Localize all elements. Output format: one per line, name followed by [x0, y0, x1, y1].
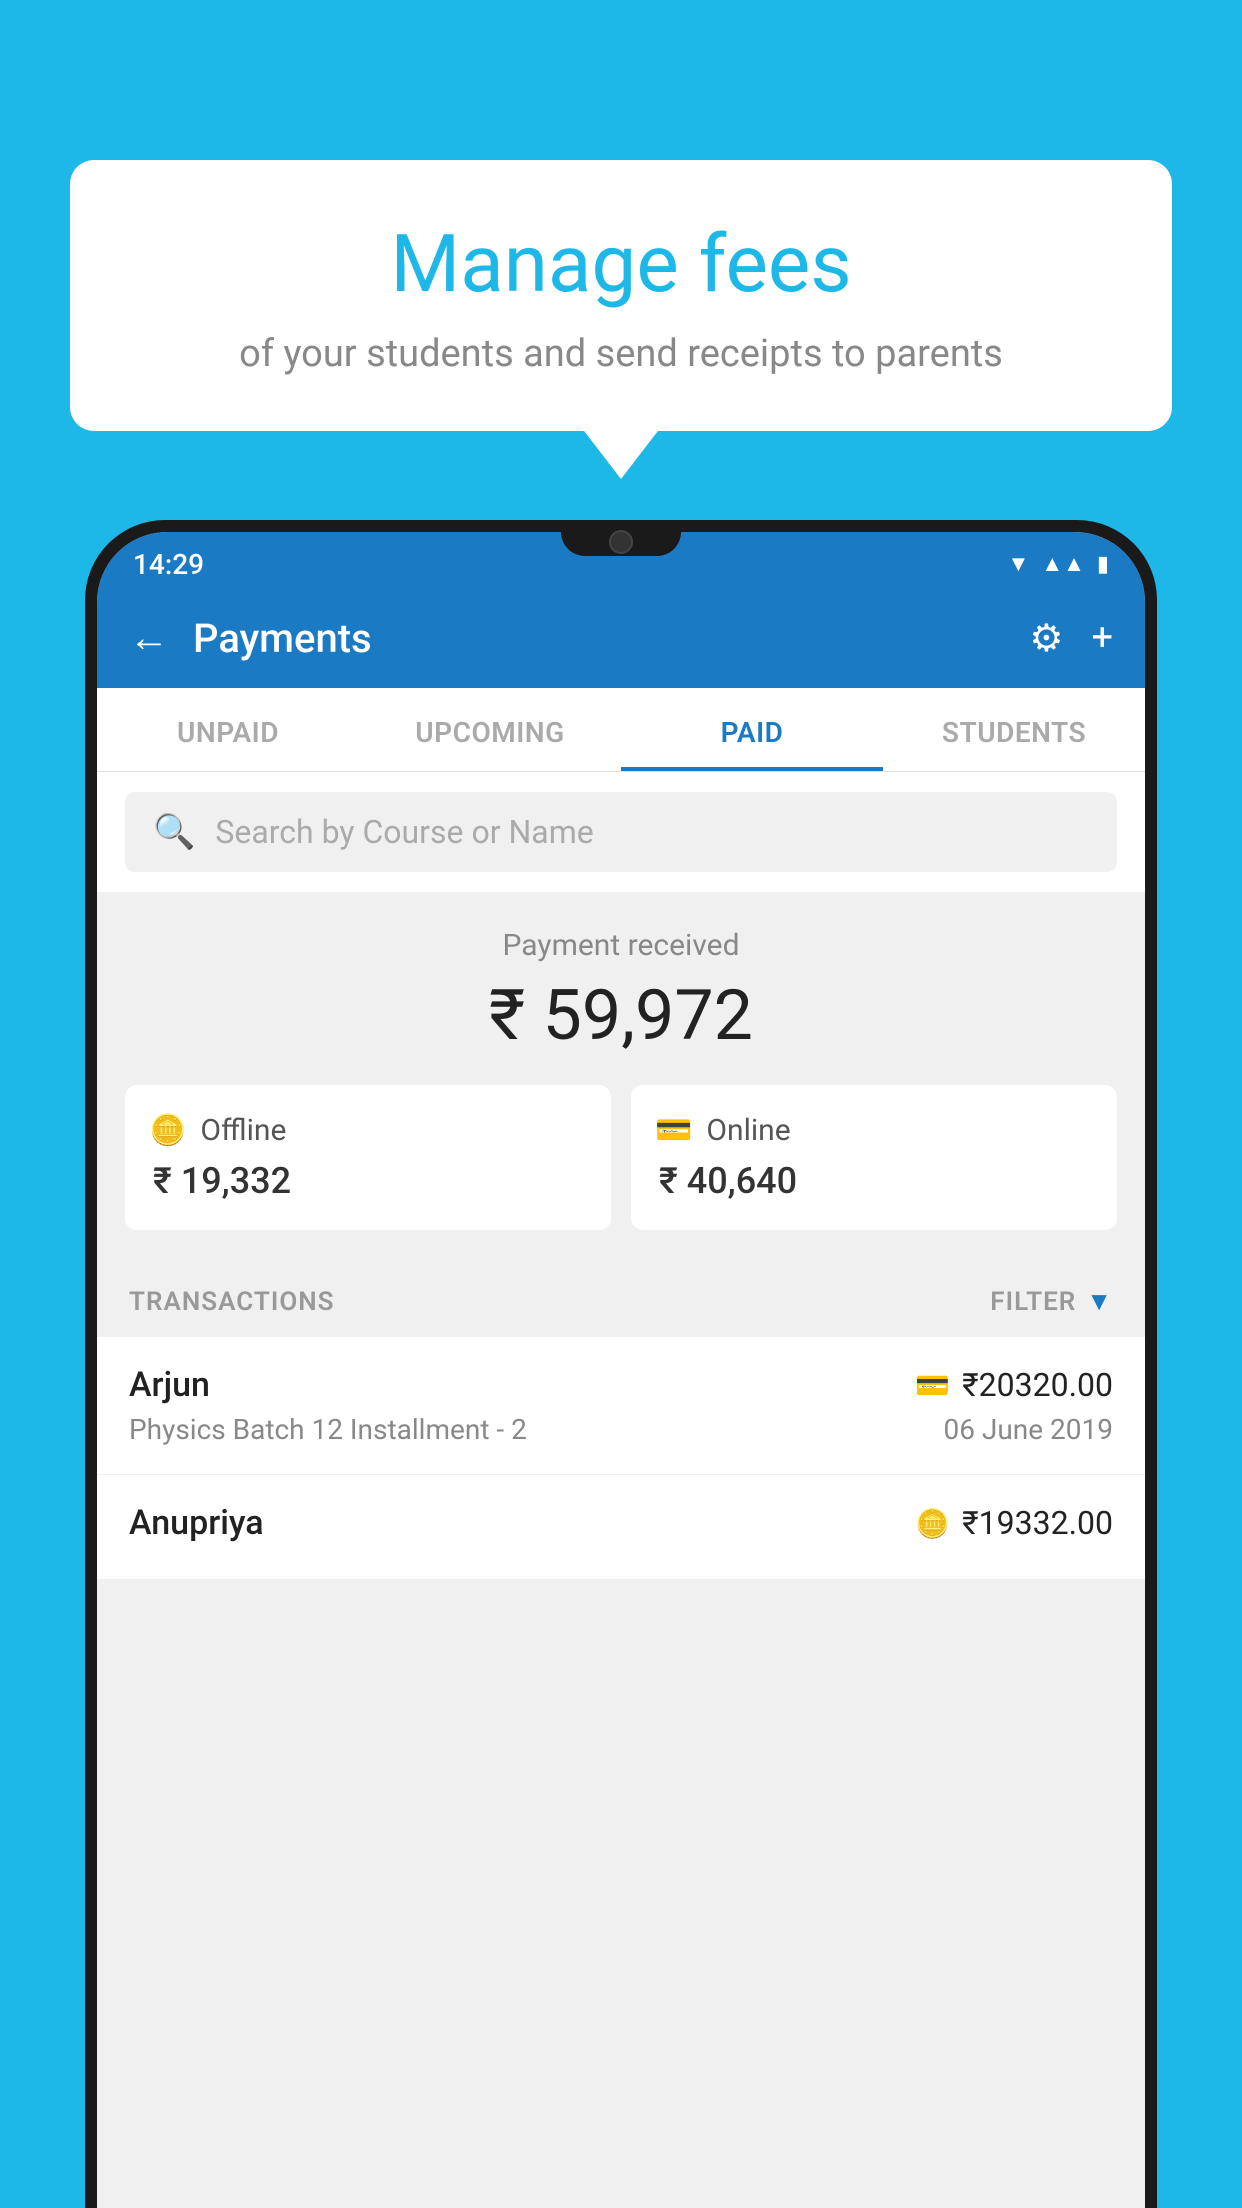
transaction-card-icon-1: 💳 [915, 1369, 950, 1402]
offline-amount: ₹ 19,332 [153, 1160, 587, 1202]
transaction-row-bottom-1: Physics Batch 12 Installment - 2 06 June… [129, 1413, 1113, 1446]
filter-button[interactable]: FILTER ▼ [990, 1286, 1113, 1317]
search-container: 🔍 Search by Course or Name [97, 772, 1145, 892]
speech-bubble: Manage fees of your students and send re… [70, 160, 1172, 431]
online-icon: 💳 [655, 1113, 692, 1148]
status-icons: ▼ ▲▲ ▮ [1008, 551, 1109, 577]
transactions-header: TRANSACTIONS FILTER ▼ [97, 1258, 1145, 1337]
app-title: Payments [193, 615, 1005, 662]
online-card-header: 💳 Online [655, 1113, 1093, 1148]
tab-upcoming[interactable]: UPCOMING [359, 688, 621, 771]
transaction-row-top-1: Arjun 💳 ₹20320.00 [129, 1365, 1113, 1405]
transaction-desc-1: Physics Batch 12 Installment - 2 [129, 1413, 527, 1446]
back-button[interactable]: ← [129, 618, 169, 658]
app-bar: ← Payments ⚙ + [97, 588, 1145, 688]
transaction-name-2: Anupriya [129, 1503, 264, 1543]
search-box[interactable]: 🔍 Search by Course or Name [125, 792, 1117, 872]
settings-icon[interactable]: ⚙ [1029, 616, 1063, 661]
offline-card: 🪙 Offline ₹ 19,332 [125, 1085, 611, 1230]
transaction-amount-1: ₹20320.00 [962, 1366, 1113, 1404]
transaction-name-1: Arjun [129, 1365, 210, 1405]
search-placeholder: Search by Course or Name [215, 813, 593, 851]
search-icon: 🔍 [153, 812, 195, 852]
transaction-item-arjun[interactable]: Arjun 💳 ₹20320.00 Physics Batch 12 Insta… [97, 1337, 1145, 1475]
add-icon[interactable]: + [1091, 616, 1113, 660]
filter-icon: ▼ [1086, 1286, 1113, 1317]
transactions-label: TRANSACTIONS [129, 1287, 335, 1317]
bubble-title: Manage fees [120, 220, 1122, 308]
bubble-subtitle: of your students and send receipts to pa… [120, 332, 1122, 376]
payment-amount: ₹ 59,972 [125, 975, 1117, 1057]
transaction-date-1: 06 June 2019 [943, 1413, 1113, 1446]
offline-icon: 🪙 [149, 1113, 186, 1148]
tab-students[interactable]: STUDENTS [883, 688, 1145, 771]
battery-icon: ▮ [1097, 552, 1109, 577]
offline-label: Offline [200, 1113, 286, 1148]
transaction-item-anupriya[interactable]: Anupriya 🪙 ₹19332.00 [97, 1475, 1145, 1580]
transaction-cash-icon-2: 🪙 [915, 1507, 950, 1540]
transaction-amount-2: ₹19332.00 [962, 1504, 1113, 1542]
payment-summary: Payment received ₹ 59,972 🪙 Offline ₹ 19… [97, 892, 1145, 1258]
signal-icon: ▲▲ [1041, 551, 1085, 577]
online-label: Online [706, 1113, 790, 1148]
offline-card-header: 🪙 Offline [149, 1113, 587, 1148]
online-amount: ₹ 40,640 [659, 1160, 1093, 1202]
tab-unpaid[interactable]: UNPAID [97, 688, 359, 771]
transaction-row-top-2: Anupriya 🪙 ₹19332.00 [129, 1503, 1113, 1543]
tab-paid[interactable]: PAID [621, 688, 883, 771]
phone-frame: 14:29 ▼ ▲▲ ▮ ← Payments ⚙ + UNPAID [85, 520, 1157, 2208]
transaction-amount-row-2: 🪙 ₹19332.00 [915, 1504, 1113, 1542]
phone-camera [609, 530, 633, 554]
filter-label: FILTER [990, 1287, 1076, 1317]
online-card: 💳 Online ₹ 40,640 [631, 1085, 1117, 1230]
wifi-icon: ▼ [1008, 551, 1030, 577]
phone-screen: 14:29 ▼ ▲▲ ▮ ← Payments ⚙ + UNPAID [97, 532, 1145, 2208]
speech-bubble-container: Manage fees of your students and send re… [70, 160, 1172, 431]
status-time: 14:29 [133, 548, 204, 581]
payment-cards: 🪙 Offline ₹ 19,332 💳 Online ₹ 40,640 [125, 1085, 1117, 1230]
toolbar-icons: ⚙ + [1029, 616, 1113, 661]
payment-received-label: Payment received [125, 928, 1117, 963]
transaction-amount-row-1: 💳 ₹20320.00 [915, 1366, 1113, 1404]
tabs-bar: UNPAID UPCOMING PAID STUDENTS [97, 688, 1145, 772]
